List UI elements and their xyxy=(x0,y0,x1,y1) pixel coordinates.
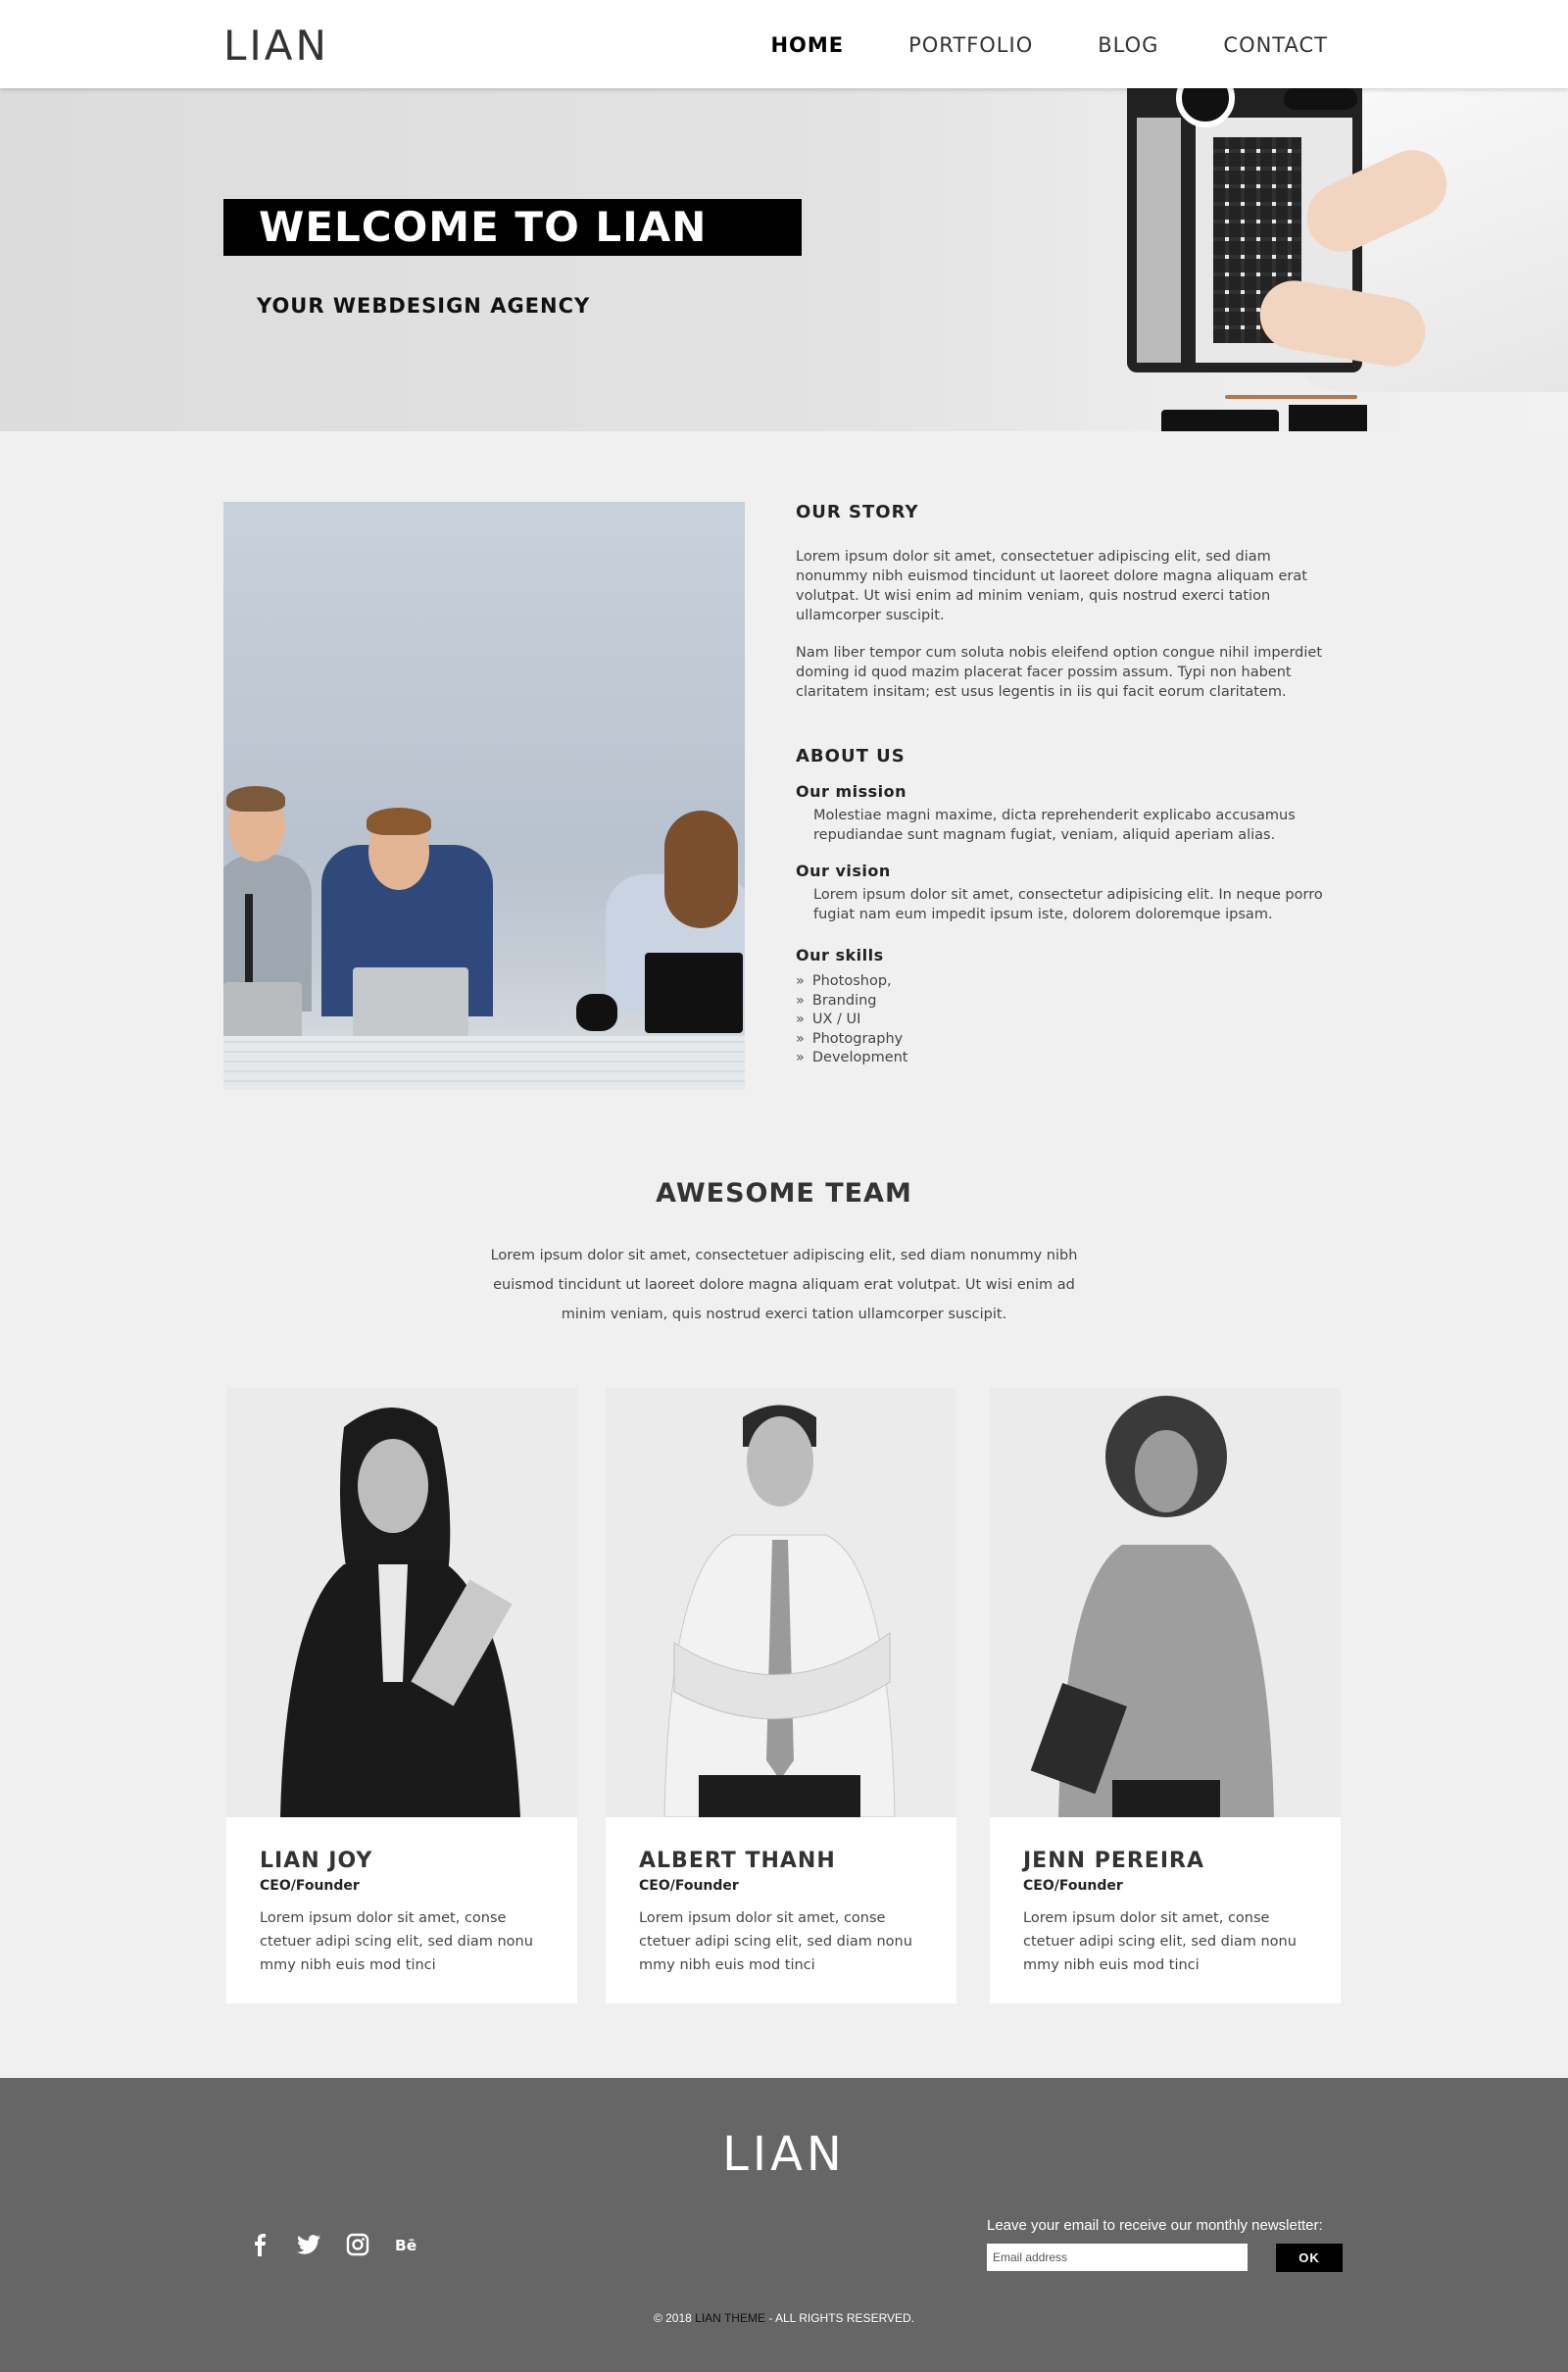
mouse-shape xyxy=(1284,88,1357,110)
social-links: Bē xyxy=(248,2233,418,2256)
newsletter-email-input[interactable] xyxy=(987,2244,1248,2271)
skill-item: Development xyxy=(796,1049,1345,1068)
team-description: Lorem ipsum dolor sit amet, consectetuer… xyxy=(490,1248,1078,1322)
our-story-heading: OUR STORY xyxy=(796,502,919,522)
member-bio: Lorem ipsum dolor sit amet, conse ctetue… xyxy=(1023,1910,1297,1973)
table-shape xyxy=(223,1036,745,1090)
member-name: LIAN JOY xyxy=(260,1849,373,1873)
tie-shape xyxy=(245,894,253,982)
site-logo[interactable]: LIAN xyxy=(223,22,329,70)
svg-text:Bē: Bē xyxy=(395,2237,416,2254)
main-nav: HOME PORTFOLIO BLOG CONTACT xyxy=(770,33,1328,57)
man-portrait-image xyxy=(663,1405,896,1817)
facebook-icon[interactable] xyxy=(248,2233,271,2256)
laptop-shape xyxy=(353,967,468,1038)
story-paragraph-1: Lorem ipsum dolor sit amet, consectetuer… xyxy=(796,549,1307,623)
team-card-lian-joy[interactable]: LIAN JOY CEO/Founder Lorem ipsum dolor s… xyxy=(226,1388,577,2003)
member-bio: Lorem ipsum dolor sit amet, conse ctetue… xyxy=(260,1910,533,1973)
mission-text: Molestiae magni maxime, dicta reprehende… xyxy=(813,808,1296,843)
copyright-brand-link[interactable]: LIAN THEME xyxy=(695,2311,765,2325)
vision-heading: Our vision xyxy=(796,862,891,880)
skill-item: Branding xyxy=(796,992,1345,1012)
nav-portfolio[interactable]: PORTFOLIO xyxy=(908,33,1033,57)
nav-blog[interactable]: BLOG xyxy=(1098,33,1158,57)
laptop-shape xyxy=(645,953,743,1033)
member-name: ALBERT THANH xyxy=(639,1849,836,1873)
laptop-screen-shape xyxy=(1137,118,1181,363)
copyright-prefix: © 2018 xyxy=(653,2311,692,2325)
about-us-heading: ABOUT US xyxy=(796,746,906,766)
pencil-shape xyxy=(1225,395,1357,399)
phone-shape xyxy=(1161,410,1279,431)
skills-heading: Our skills xyxy=(796,946,884,964)
site-header: LIAN HOME PORTFOLIO BLOG CONTACT xyxy=(0,0,1568,88)
member-bio: Lorem ipsum dolor sit amet, conse ctetue… xyxy=(639,1910,912,1973)
story-paragraph-2: Nam liber tempor cum soluta nobis eleife… xyxy=(796,645,1323,700)
member-name: JENN PEREIRA xyxy=(1023,1849,1204,1873)
story-section: OUR STORY Lorem ipsum dolor sit amet, co… xyxy=(796,502,1345,1068)
team-member-photo xyxy=(990,1388,1341,1817)
hero-subtitle: YOUR WEBDESIGN AGENCY xyxy=(257,294,591,318)
team-card-albert-thanh[interactable]: ALBERT THANH CEO/Founder Lorem ipsum dol… xyxy=(606,1388,956,2003)
hair-shape xyxy=(367,808,431,835)
hero-title-bar: WELCOME TO LIAN xyxy=(223,199,802,256)
copyright-suffix: - ALL RIGHTS RESERVED. xyxy=(768,2311,915,2325)
hero-title: WELCOME TO LIAN xyxy=(259,203,708,251)
newsletter-ok-button[interactable]: OK xyxy=(1276,2244,1343,2272)
phone-shape xyxy=(1289,405,1367,431)
vision-text: Lorem ipsum dolor sit amet, consectetur … xyxy=(813,887,1323,922)
footer-logo[interactable]: LIAN xyxy=(0,2127,1568,2182)
laptop-shape xyxy=(223,982,302,1039)
newsletter-label: Leave your email to receive our monthly … xyxy=(987,2217,1323,2234)
nav-contact[interactable]: CONTACT xyxy=(1223,33,1328,57)
hero-banner: WELCOME TO LIAN YOUR WEBDESIGN AGENCY xyxy=(0,88,1568,431)
team-card-jenn-pereira[interactable]: JENN PEREIRA CEO/Founder Lorem ipsum dol… xyxy=(990,1388,1341,2003)
instagram-icon[interactable] xyxy=(346,2233,369,2256)
hair-shape xyxy=(226,786,285,812)
woman-portrait-image xyxy=(1030,1396,1274,1817)
member-role: CEO/Founder xyxy=(1023,1878,1123,1894)
team-member-photo xyxy=(606,1388,956,1817)
copyright: © 2018 LIAN THEME - ALL RIGHTS RESERVED. xyxy=(0,2311,1568,2325)
site-footer: LIAN Bē Leave your email to receive our … xyxy=(0,2078,1568,2372)
nav-home[interactable]: HOME xyxy=(770,33,844,57)
team-heading: AWESOME TEAM xyxy=(656,1178,912,1209)
skill-item: Photography xyxy=(796,1030,1345,1050)
member-role: CEO/Founder xyxy=(639,1878,739,1894)
member-role: CEO/Founder xyxy=(260,1878,360,1894)
skill-item: Photoshop, xyxy=(796,972,1345,992)
behance-icon[interactable]: Bē xyxy=(395,2233,418,2256)
woman-portrait-image xyxy=(280,1408,520,1817)
hair-shape xyxy=(664,811,738,928)
office-team-image xyxy=(223,502,745,1090)
skill-item: UX / UI xyxy=(796,1011,1345,1030)
team-member-photo xyxy=(226,1388,577,1817)
skills-list: Photoshop, Branding UX / UI Photography … xyxy=(796,972,1345,1068)
mug-shape xyxy=(576,994,617,1031)
twitter-icon[interactable] xyxy=(297,2233,320,2256)
mission-heading: Our mission xyxy=(796,782,907,801)
